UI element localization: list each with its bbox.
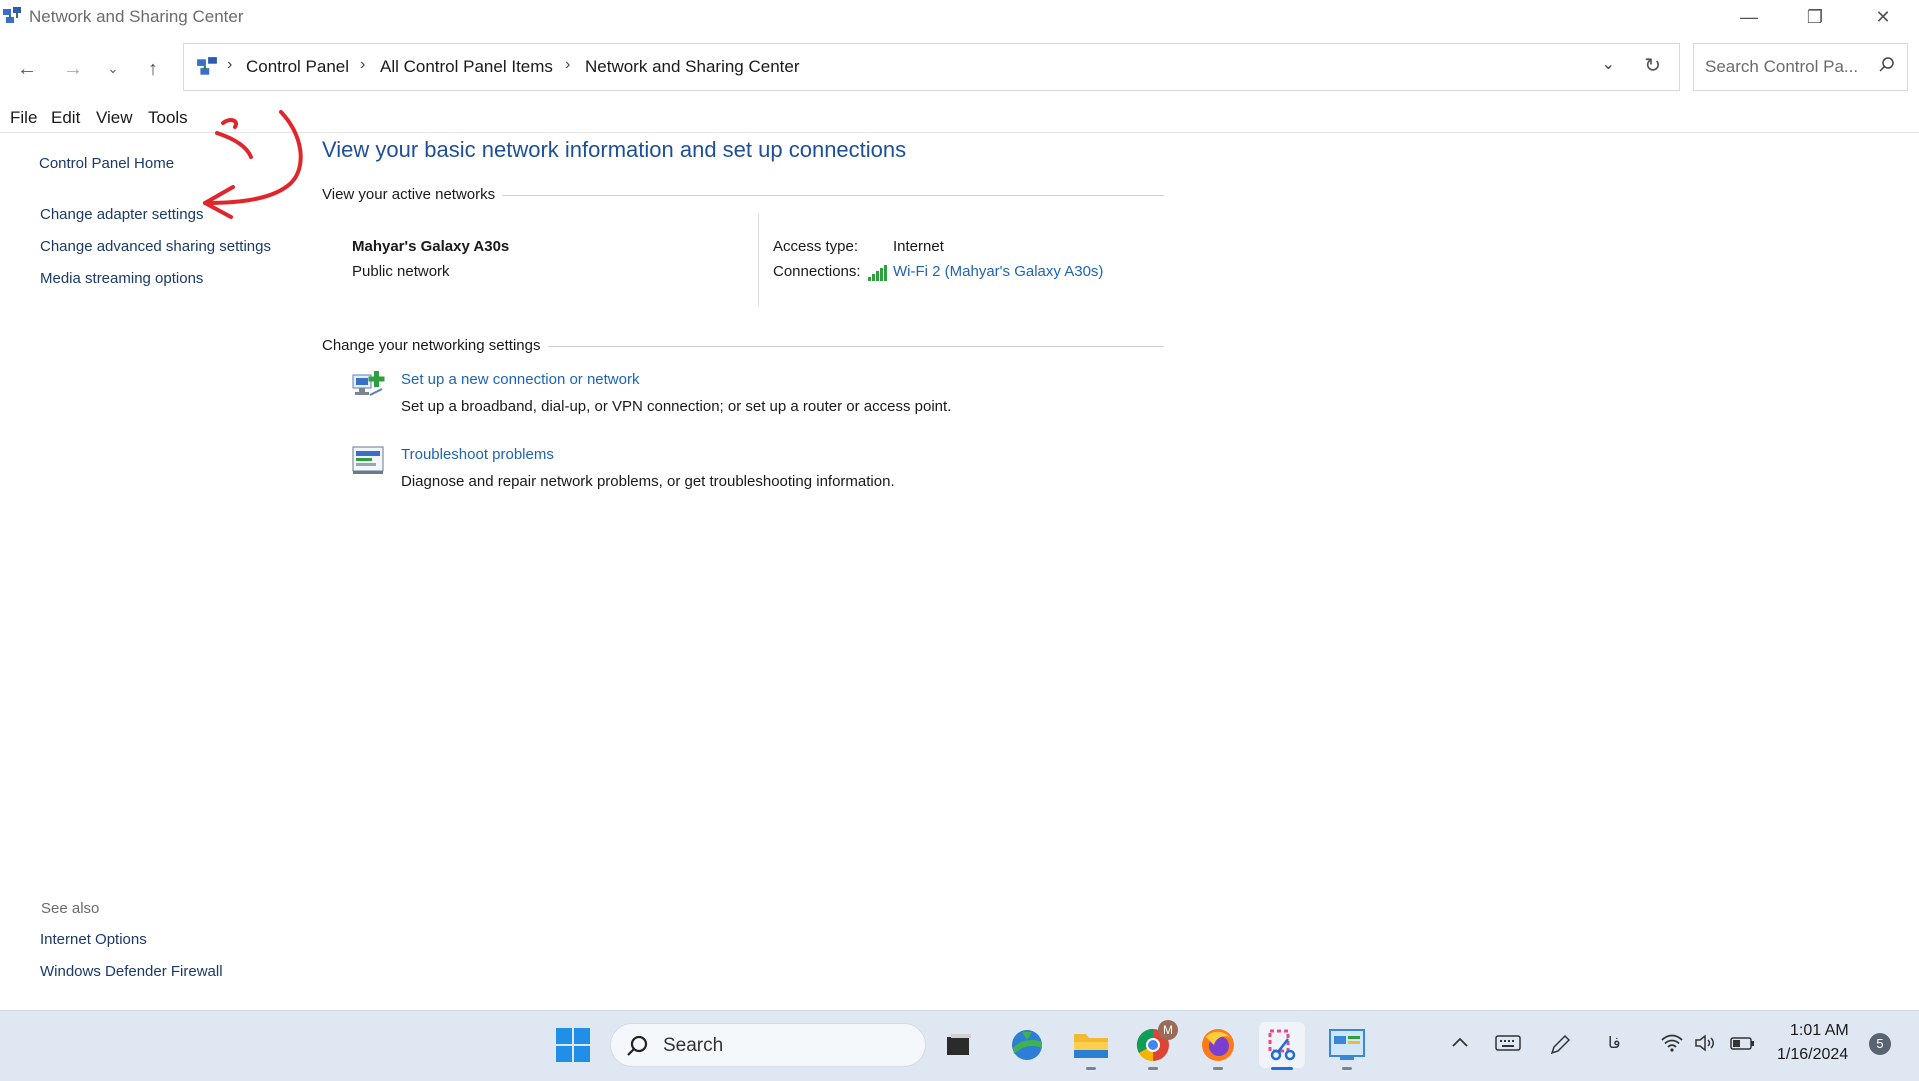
search-box[interactable]: Search Control Pa... [1693,43,1908,91]
pen-menu-button[interactable] [1548,1033,1572,1062]
windows-logo-icon [556,1028,590,1062]
task-view-icon [947,1034,971,1055]
chevron-right-icon: › [360,56,366,73]
menu-edit[interactable]: Edit [51,108,80,128]
start-button[interactable] [550,1022,596,1068]
taskbar-search[interactable]: Search [610,1023,926,1067]
keyboard-icon [1495,1035,1521,1051]
active-indicator [1271,1067,1293,1070]
control-panel-icon [197,57,217,75]
window-title: Network and Sharing Center [29,7,244,26]
network-center-icon [3,7,21,23]
battery-icon [1730,1037,1754,1050]
refresh-icon[interactable]: ↻ [1644,53,1661,78]
media-streaming-link[interactable]: Media streaming options [40,270,203,287]
breadcrumb-network-center[interactable]: Network and Sharing Center [585,57,800,77]
search-input[interactable]: Search Control Pa... [1705,57,1858,77]
wifi-signal-icon [868,265,887,281]
up-button[interactable]: ↑ [136,52,170,86]
close-button[interactable]: ✕ [1853,0,1913,34]
network-name: Mahyar's Galaxy A30s [352,238,510,255]
search-icon [627,1035,648,1056]
folder-icon [1074,1034,1108,1058]
wifi-icon [1661,1034,1683,1052]
access-type-value: Internet [893,238,944,255]
battery-tray-button[interactable] [1730,1033,1756,1058]
troubleshoot-description: Diagnose and repair network problems, or… [401,473,895,490]
running-indicator [1342,1067,1352,1070]
network-type: Public network [352,263,450,280]
taskbar-snipping-tool[interactable] [1259,1022,1305,1070]
taskbar-search-label: Search [663,1035,724,1056]
divider [758,213,759,306]
clock-time[interactable]: 1:01 AM [1790,1022,1849,1040]
annotation-arrow [203,110,303,219]
snipping-tool-icon [1268,1029,1296,1061]
firefox-icon [1202,1029,1234,1061]
clock-date[interactable]: 1/16/2024 [1777,1046,1848,1064]
speaker-icon [1695,1034,1714,1052]
setup-connection-link[interactable]: Set up a new connection or network [401,371,639,388]
chevron-down-icon[interactable]: ⌄ [1602,54,1615,74]
active-networks-heading: View your active networks [322,186,504,203]
input-language-button[interactable]: فا [1608,1033,1621,1053]
chevron-up-icon [1452,1037,1468,1047]
running-indicator [1148,1067,1158,1070]
see-also-label: See also [41,900,100,917]
taskbar-idm[interactable] [1004,1022,1050,1068]
profile-badge: M [1158,1020,1178,1040]
firewall-link[interactable]: Windows Defender Firewall [40,963,223,980]
running-indicator [1086,1067,1096,1070]
search-icon[interactable] [1877,55,1897,75]
control-panel-icon [1329,1029,1365,1060]
forward-button[interactable]: → [56,52,90,86]
taskbar-firefox[interactable] [1195,1022,1241,1070]
taskbar-task-view[interactable] [936,1022,982,1068]
download-manager-icon [1012,1030,1042,1060]
restore-button[interactable]: ❐ [1785,0,1845,34]
taskbar-chrome[interactable]: M [1130,1020,1178,1070]
chevron-right-icon: › [227,56,233,73]
change-advanced-sharing-link[interactable]: Change advanced sharing settings [40,238,271,255]
menu-view[interactable]: View [96,108,133,128]
breadcrumb-all-items[interactable]: All Control Panel Items [380,57,553,77]
menu-file[interactable]: File [10,108,37,128]
running-indicator [1213,1067,1223,1070]
taskbar-control-panel[interactable] [1324,1022,1370,1070]
volume-tray-button[interactable] [1694,1033,1718,1058]
new-connection-icon [352,371,385,396]
troubleshoot-icon [352,446,384,474]
breadcrumb-control-panel[interactable]: Control Panel [246,57,349,77]
minimize-button[interactable]: — [1719,0,1779,34]
notification-badge[interactable]: 5 [1869,1033,1891,1055]
back-button[interactable]: ← [10,52,44,86]
show-hidden-icons-button[interactable] [1450,1033,1470,1058]
access-type-label: Access type: [773,238,859,255]
chevron-right-icon: › [565,56,571,73]
page-title: View your basic network information and … [322,137,907,162]
menu-tools[interactable]: Tools [148,108,188,128]
taskbar-file-explorer[interactable] [1068,1022,1114,1070]
touch-keyboard-button[interactable] [1495,1033,1521,1058]
change-settings-heading: Change your networking settings [322,337,549,354]
control-panel-home-link[interactable]: Control Panel Home [39,155,174,172]
wifi-connection-link[interactable]: Wi-Fi 2 (Mahyar's Galaxy A30s) [893,263,1103,280]
troubleshoot-link[interactable]: Troubleshoot problems [401,446,554,463]
title-bar: Network and Sharing Center — ❐ ✕ [0,0,1919,34]
network-tray-button[interactable] [1660,1033,1684,1058]
pen-icon [1550,1034,1571,1055]
change-adapter-settings-link[interactable]: Change adapter settings [40,206,203,223]
setup-connection-description: Set up a broadband, dial-up, or VPN conn… [401,398,952,415]
recent-locations-button[interactable]: ⌄ [96,52,130,86]
internet-options-link[interactable]: Internet Options [40,931,147,948]
address-bar[interactable]: › Control Panel › All Control Panel Item… [183,43,1680,91]
connections-label: Connections: [773,263,861,280]
